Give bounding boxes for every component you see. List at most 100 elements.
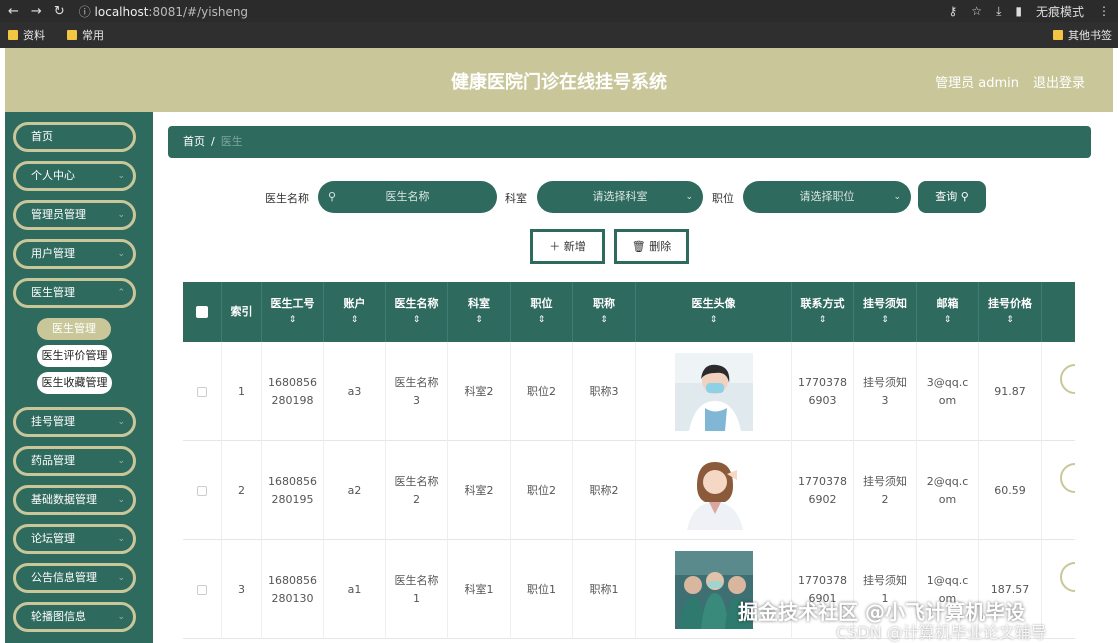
doctor-avatar bbox=[674, 352, 753, 431]
sidebar-item-label: 论坛管理 bbox=[31, 532, 75, 545]
bookmark-folder[interactable]: 资料 bbox=[8, 27, 45, 43]
sidebar-item-base-data[interactable]: 基础数据管理 ⌄ bbox=[13, 485, 136, 515]
app-header: 健康医院门诊在线挂号系统 管理员 admin 退出登录 bbox=[5, 48, 1113, 112]
row-checkbox-cell bbox=[183, 342, 222, 441]
add-label: 新增 bbox=[563, 240, 586, 253]
doctor-name-label: 医生名称 bbox=[265, 192, 309, 205]
select-all-checkbox[interactable] bbox=[196, 306, 208, 318]
column-label: 挂号价格 bbox=[988, 297, 1032, 310]
column-header[interactable]: 职称 ⇕ bbox=[573, 282, 636, 342]
tab-icon[interactable]: ▮ bbox=[1015, 4, 1022, 18]
select-all-cell bbox=[183, 282, 222, 342]
sidebar-item-carousel[interactable]: 轮播图信息 ⌄ bbox=[13, 602, 136, 632]
cell-phone: 1770378 6903 bbox=[792, 342, 854, 441]
column-label: 医生名称 bbox=[394, 297, 439, 310]
chevron-down-icon: ⌄ bbox=[117, 249, 125, 259]
sort-icon: ⇕ bbox=[600, 315, 608, 325]
column-label: 医生工号 bbox=[270, 297, 315, 310]
dept-placeholder: 请选择科室 bbox=[592, 190, 648, 203]
sort-icon: ⇕ bbox=[350, 315, 359, 325]
position-select[interactable]: 请选择职位 ⌄ bbox=[743, 181, 911, 213]
sidebar-subitem-doctor-review[interactable]: 医生评价管理 bbox=[37, 345, 112, 367]
column-header[interactable]: 账户 ⇕ bbox=[324, 282, 386, 342]
cell-job-no: 1680856 280195 bbox=[262, 441, 324, 540]
cell-position: 职位2 bbox=[511, 441, 573, 540]
position-label: 职位 bbox=[712, 192, 734, 205]
cell-line: 3 bbox=[413, 393, 420, 407]
row-checkbox[interactable] bbox=[197, 386, 207, 397]
star-icon[interactable]: ☆ bbox=[971, 4, 982, 18]
incognito-label[interactable]: 无痕模式 bbox=[1036, 3, 1084, 20]
breadcrumb-home[interactable]: 首页 bbox=[183, 135, 205, 148]
sidebar-item-admins[interactable]: 管理员管理 ⌄ bbox=[13, 200, 136, 230]
cell-position: 职位2 bbox=[511, 342, 573, 441]
column-header[interactable]: 挂号价格 ⇕ bbox=[979, 282, 1042, 342]
sidebar-item-drugs[interactable]: 药品管理 ⌄ bbox=[13, 446, 136, 476]
sidebar-item-forum[interactable]: 论坛管理 ⌄ bbox=[13, 524, 136, 554]
cell-email: 3@qq.c om bbox=[917, 342, 979, 441]
sidebar-item-label: 挂号管理 bbox=[31, 415, 75, 428]
sidebar-item-label: 首页 bbox=[31, 130, 53, 143]
cell-dept: 科室1 bbox=[448, 540, 511, 639]
column-header[interactable]: 医生头像 ⇕ bbox=[636, 282, 792, 342]
sidebar-item-home[interactable]: 首页 bbox=[13, 122, 136, 152]
address-bar[interactable]: ⓘ localhost:8081/#/yisheng bbox=[79, 3, 248, 20]
cell-actions: ▤ bbox=[1042, 441, 1075, 540]
bookmark-folder[interactable]: 常用 bbox=[67, 27, 104, 43]
column-header[interactable]: 联系方式 ⇕ bbox=[792, 282, 854, 342]
folder-icon bbox=[1053, 30, 1063, 40]
row-checkbox-cell bbox=[183, 540, 222, 639]
row-checkbox[interactable] bbox=[197, 584, 207, 595]
column-header[interactable]: 医生名称 ⇕ bbox=[386, 282, 448, 342]
cell-line: 6903 bbox=[808, 393, 837, 407]
other-bookmarks[interactable]: 其他书签 bbox=[1053, 27, 1112, 43]
details-icon[interactable]: ▤ bbox=[1060, 562, 1075, 592]
cell-line: 1680856 bbox=[268, 375, 317, 389]
sidebar-item-announcements[interactable]: 公告信息管理 ⌄ bbox=[13, 563, 136, 593]
column-header[interactable]: 医生工号 ⇕ bbox=[262, 282, 324, 342]
sort-icon: ⇕ bbox=[881, 315, 889, 325]
sidebar-item-profile[interactable]: 个人中心 ⌄ bbox=[13, 161, 136, 191]
cell-line: 2 bbox=[413, 492, 420, 506]
column-header[interactable]: 邮箱 ⇕ bbox=[917, 282, 979, 342]
dept-label: 科室 bbox=[505, 192, 527, 205]
dept-select[interactable]: 请选择科室 ⌄ bbox=[537, 181, 703, 213]
table-row: 1 1680856 280198 a3 医生名称 3 科室2 职位2 职称3 177… bbox=[183, 342, 1075, 441]
sidebar-item-label: 用户管理 bbox=[31, 247, 75, 260]
sidebar-item-doctors[interactable]: 医生管理 ⌃ bbox=[13, 278, 136, 308]
query-button[interactable]: 查询 ⚲ bbox=[918, 181, 986, 213]
sidebar-item-users[interactable]: 用户管理 ⌄ bbox=[13, 239, 136, 269]
row-checkbox[interactable] bbox=[197, 485, 207, 496]
details-icon[interactable]: ▤ bbox=[1060, 364, 1075, 394]
reload-icon[interactable]: ↻ bbox=[54, 4, 65, 19]
download-icon[interactable]: ⤓ bbox=[996, 4, 1001, 19]
column-header[interactable]: 挂号须知 ⇕ bbox=[854, 282, 917, 342]
add-button[interactable]: ＋ 新增 bbox=[530, 229, 605, 264]
details-icon[interactable]: ▤ bbox=[1060, 463, 1075, 493]
bookmarks-bar: 资料 常用 其他书签 bbox=[0, 22, 1118, 48]
sort-icon: ⇕ bbox=[818, 315, 827, 325]
column-header[interactable]: 索引 bbox=[222, 282, 262, 342]
forward-arrow-icon[interactable]: → bbox=[31, 4, 42, 19]
logout-link[interactable]: 退出登录 bbox=[1033, 72, 1085, 91]
back-arrow-icon[interactable]: ← bbox=[8, 4, 19, 19]
delete-button[interactable]: 🗑 删除 bbox=[614, 229, 689, 264]
cell-line: 1680856 bbox=[268, 474, 317, 488]
chevron-down-icon: ⌄ bbox=[117, 534, 125, 544]
sidebar-subitem-doctor-manage[interactable]: 医生管理 bbox=[37, 318, 111, 340]
cell-index: 3 bbox=[222, 540, 262, 639]
column-header[interactable]: 科室 ⇕ bbox=[448, 282, 511, 342]
sidebar-item-registrations[interactable]: 挂号管理 ⌄ bbox=[13, 407, 136, 437]
doctor-table: 索引 医生工号 ⇕ 账户 ⇕ 医生名称 ⇕ 科室 ⇕ 职位 ⇕ 职称 ⇕ 医生头像 ⇕ 联系方… bbox=[183, 282, 1075, 643]
cell-title: 职称2 bbox=[573, 441, 636, 540]
doctor-name-input[interactable]: ⚲ 医生名称 bbox=[318, 181, 497, 213]
key-icon[interactable]: ⚷ bbox=[949, 4, 958, 18]
cell-line: 3 bbox=[881, 393, 889, 407]
column-label: 职称 bbox=[593, 297, 615, 310]
cell-line: 280130 bbox=[271, 591, 314, 605]
sidebar-subitem-doctor-favorite[interactable]: 医生收藏管理 bbox=[37, 372, 112, 394]
chevron-down-icon: ⌄ bbox=[117, 171, 125, 181]
column-header[interactable]: 职位 ⇕ bbox=[511, 282, 573, 342]
breadcrumb: 首页 / 医生 bbox=[168, 126, 1091, 158]
menu-dots-icon[interactable]: ⋮ bbox=[1098, 4, 1110, 18]
